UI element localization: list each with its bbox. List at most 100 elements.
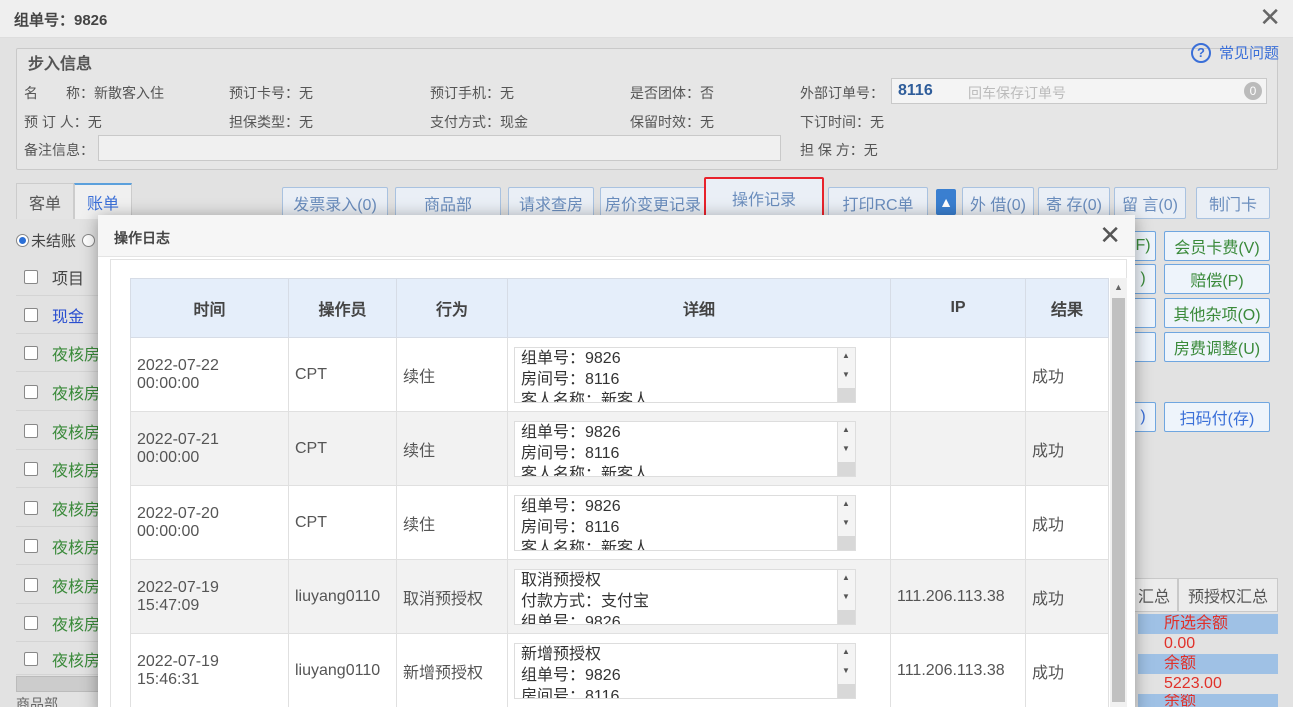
textarea-scrollbar[interactable]: ▲ ▼ [837,347,855,402]
member-card-fee-button[interactable]: 会员卡费(V) [1164,231,1270,261]
time: 00:00:00 [137,522,200,540]
tab-preauth-summary[interactable]: 预授权汇总 [1178,578,1278,612]
cell-action: 取消预授权 [396,559,508,634]
scroll-up-icon[interactable]: ▲ [842,351,850,360]
cell-result: 成功 [1025,559,1109,634]
date: 2022-07-19 [137,652,219,670]
balance-label-2: 余额 [1138,694,1278,707]
list-item[interactable]: 夜核房 [16,604,106,642]
textarea-scrollbar[interactable]: ▲ ▼ [837,643,855,698]
select-all-checkbox[interactable] [24,269,38,284]
scroll-down-icon[interactable]: ▼ [842,592,850,601]
scroll-up-icon[interactable]: ▲ [842,499,850,508]
close-icon[interactable]: ✕ [1259,4,1281,30]
list-item[interactable]: 夜核房 [16,373,106,411]
radio-icon[interactable] [82,234,96,247]
cell-result: 成功 [1025,485,1109,560]
resize-grip-icon[interactable] [838,461,855,476]
detail-textarea[interactable]: 新增预授权 组单号：9826 房间号：8116 ▲ ▼ [514,642,856,699]
row-checkbox[interactable] [24,577,38,592]
scan-pay-button[interactable]: 扫码付(存) [1164,402,1270,432]
close-icon[interactable]: ✕ [1099,221,1121,249]
detail-textarea[interactable]: 组单号：9826 房间号：8116 客人名称：新客人 ▲ ▼ [514,494,856,551]
scroll-down-icon[interactable]: ▼ [842,444,850,453]
horizontal-scrollbar[interactable] [16,676,104,692]
list-item[interactable]: 现金 [16,296,106,334]
info-group: 是否团体：否 [630,85,714,101]
table-vertical-scrollbar[interactable]: ▲ [1110,278,1127,707]
scroll-up-icon[interactable]: ▲ [842,647,850,656]
row-checkbox[interactable] [24,384,38,399]
detail-textarea[interactable]: 组单号：9826 房间号：8116 客人名称：新客人 ▲ ▼ [514,420,856,477]
list-item[interactable]: 夜核房 [16,450,106,488]
help-link[interactable]: ? 常见问题 [1190,42,1279,63]
textarea-scrollbar[interactable]: ▲ ▼ [837,421,855,476]
compensation-button[interactable]: 赔偿(P) [1164,264,1270,294]
scrollbar-thumb[interactable] [1112,298,1125,702]
list-item[interactable]: 夜核房 [16,334,106,372]
list-item-label: 现金 [52,308,85,326]
list-item[interactable]: 夜核房 [16,643,106,675]
detail-textarea[interactable]: 取消预授权 付款方式：支付宝 组单号：9826 ▲ ▼ [514,568,856,625]
room-rate-adjust-button[interactable]: 房费调整(U) [1164,332,1270,362]
remark-input[interactable] [98,135,781,161]
cell-action: 续住 [396,485,508,560]
scroll-down-icon[interactable]: ▼ [842,666,850,675]
detail-textarea[interactable]: 组单号：9826 房间号：8116 客人名称：新客人 ▲ ▼ [514,346,856,403]
clear-badge-icon[interactable]: 0 [1244,82,1262,100]
col-action: 行为 [396,278,508,338]
resize-grip-icon[interactable] [838,609,855,624]
window-title: 组单号：9826 [14,12,108,29]
row-checkbox[interactable] [24,651,38,666]
list-item[interactable]: 夜核房 [16,566,106,604]
scroll-down-icon[interactable]: ▼ [842,518,850,527]
detail-line: 房间号：8116 [521,687,620,699]
arrow-up-icon[interactable]: ▲ [936,189,956,215]
row-checkbox[interactable] [24,307,38,322]
cell-operator: CPT [288,337,397,412]
cell-action: 续住 [396,411,508,486]
textarea-scrollbar[interactable]: ▲ ▼ [837,495,855,550]
time: 15:46:31 [137,670,200,688]
scroll-down-icon[interactable]: ▼ [842,370,850,379]
detail-line: 组单号：9826 [521,497,621,515]
list-item-label: 夜核房 [52,578,101,596]
list-item[interactable]: 夜核房 [16,489,106,527]
door-card-button[interactable]: 制门卡 [1196,187,1270,219]
resize-grip-icon[interactable] [838,535,855,550]
cell-action: 新增预授权 [396,633,508,707]
resize-grip-icon[interactable] [838,387,855,402]
cell-ip: 111.206.113.38 [890,559,1026,634]
selected-balance-label: 所选余额 [1138,614,1278,634]
row-checkbox[interactable] [24,538,38,553]
row-checkbox[interactable] [24,615,38,630]
scroll-up-icon[interactable]: ▲ [1114,282,1123,292]
tab-guest[interactable]: 客单 [16,183,75,219]
info-booker: 预 订 人：无 [24,114,102,130]
scroll-up-icon[interactable]: ▲ [842,425,850,434]
list-header-label: 项目 [52,270,85,288]
operation-log-button[interactable]: 操作记录 [704,177,824,219]
cell-time: 2022-07-19 15:47:09 [130,559,289,634]
row-checkbox[interactable] [24,423,38,438]
textarea-scrollbar[interactable]: ▲ ▼ [837,569,855,624]
row-checkbox[interactable] [24,461,38,476]
detail-line: 客人名称：新客人 [521,465,650,477]
tab-bill[interactable]: 账单 [74,183,133,219]
list-item[interactable]: 夜核房 [16,527,106,565]
row-checkbox[interactable] [24,345,38,360]
row-checkbox[interactable] [24,500,38,515]
cell-time: 2022-07-19 15:46:31 [130,633,289,707]
misc-button[interactable]: 其他杂项(O) [1164,298,1270,328]
section-title: 步入信息 [24,50,97,74]
info-payment-method: 支付方式：现金 [430,114,528,130]
radio-selected-icon[interactable] [16,234,29,247]
external-order-input[interactable]: 8116 回车保存订单号 0 [891,78,1267,104]
unsettled-filter[interactable]: 未结账 [16,230,96,251]
col-detail: 详细 [507,278,891,338]
scroll-up-icon[interactable]: ▲ [842,573,850,582]
resize-grip-icon[interactable] [838,683,855,698]
list-item[interactable]: 夜核房 [16,412,106,450]
tab-summary[interactable]: 汇总 [1130,578,1178,612]
list-header: 项目 [16,258,106,296]
